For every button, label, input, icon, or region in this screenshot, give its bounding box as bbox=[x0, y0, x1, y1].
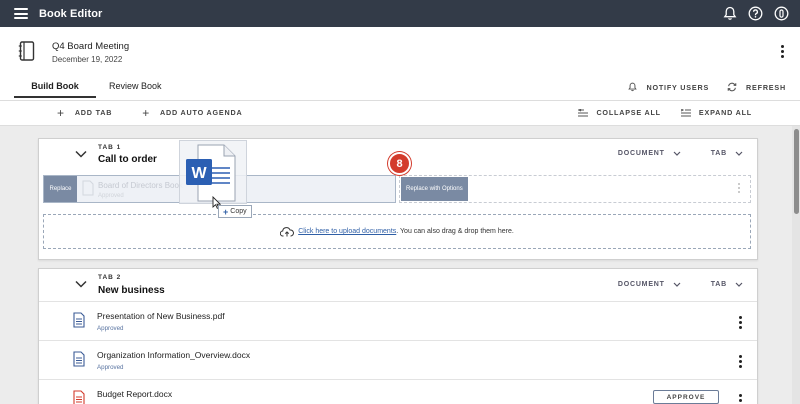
document-row[interactable]: Organization Information_Overview.docx A… bbox=[39, 340, 757, 378]
chevron-down-icon bbox=[673, 282, 681, 287]
book-icon bbox=[18, 41, 36, 67]
expand-all-button[interactable]: EXPAND ALL bbox=[680, 108, 752, 117]
help-icon[interactable] bbox=[747, 5, 764, 22]
user-account-icon[interactable] bbox=[773, 5, 790, 22]
document-name: Organization Information_Overview.docx bbox=[97, 350, 251, 360]
upload-drop-zone[interactable]: Click here to upload documents. You can … bbox=[43, 214, 751, 249]
app-bar: Book Editor bbox=[0, 0, 800, 27]
bell-icon bbox=[628, 82, 638, 92]
collapse-all-button[interactable]: COLLAPSE ALL bbox=[578, 108, 660, 117]
document-name: Presentation of New Business.pdf bbox=[97, 311, 225, 321]
document-row[interactable]: Budget Report.docx APPROVE bbox=[39, 379, 757, 404]
add-auto-agenda-button[interactable]: + ADD AUTO AGENDA bbox=[142, 105, 243, 120]
refresh-label: REFRESH bbox=[746, 82, 786, 92]
book-header: Q4 Board Meeting December 19, 2022 Build… bbox=[0, 27, 800, 100]
tab-label: TAB bbox=[710, 150, 727, 157]
chevron-down-icon[interactable] bbox=[75, 150, 87, 158]
document-menu-button[interactable]: DOCUMENT bbox=[618, 150, 681, 157]
refresh-button[interactable]: REFRESH bbox=[727, 82, 786, 92]
replace-with-options-label: Replace with Options bbox=[401, 177, 468, 201]
expand-icon bbox=[680, 108, 691, 116]
add-tab-button[interactable]: + ADD TAB bbox=[57, 105, 113, 120]
menu-icon[interactable] bbox=[14, 8, 28, 19]
tab-number: TAB 1 bbox=[98, 144, 122, 151]
document-icon bbox=[82, 180, 94, 196]
tab-number: TAB 2 bbox=[98, 274, 122, 281]
book-toolbar: + ADD TAB + ADD AUTO AGENDA COLLAPSE ALL E… bbox=[0, 100, 800, 126]
replace-with-options-drop-zone[interactable]: Replace with Options bbox=[399, 175, 751, 203]
document-label: DOCUMENT bbox=[617, 150, 665, 157]
document-icon bbox=[73, 390, 85, 404]
tab-menu-button[interactable]: TAB bbox=[711, 150, 743, 157]
document-status: Approved bbox=[97, 364, 124, 371]
chevron-down-icon[interactable] bbox=[75, 280, 87, 288]
more-options-icon bbox=[738, 183, 740, 193]
more-options-icon[interactable] bbox=[739, 394, 743, 404]
tab-review-book[interactable]: Review Book bbox=[109, 81, 162, 98]
copy-label: Copy bbox=[230, 208, 247, 215]
word-doc-icon: W bbox=[186, 144, 236, 202]
tab-section-2: TAB 2 New business DOCUMENT TAB Presenta… bbox=[38, 268, 758, 404]
document-icon bbox=[73, 312, 85, 328]
more-options-icon[interactable] bbox=[781, 45, 785, 58]
chevron-down-icon bbox=[735, 282, 743, 287]
svg-text:W: W bbox=[191, 165, 207, 182]
notify-users-label: NOTIFY USERS bbox=[646, 82, 710, 92]
cloud-upload-icon bbox=[280, 226, 295, 236]
document-name: Board of Directors Book bbox=[98, 181, 183, 190]
step-badge: 8 bbox=[388, 152, 411, 175]
expand-all-label: EXPAND ALL bbox=[698, 108, 752, 117]
notify-users-button[interactable]: NOTIFY USERS bbox=[628, 82, 709, 92]
document-status: Approved bbox=[98, 193, 124, 199]
document-status: Approved bbox=[97, 325, 124, 332]
plus-icon: + bbox=[223, 206, 229, 217]
chevron-down-icon bbox=[673, 151, 681, 156]
more-options-icon[interactable] bbox=[739, 316, 743, 329]
upload-documents-link[interactable]: Click here to upload documents bbox=[298, 228, 396, 235]
dragged-document: W bbox=[179, 140, 247, 204]
book-date: December 19, 2022 bbox=[52, 55, 123, 64]
document-label: DOCUMENT bbox=[617, 281, 665, 288]
collapse-all-label: COLLAPSE ALL bbox=[596, 108, 661, 117]
replace-label: Replace bbox=[44, 176, 77, 202]
refresh-icon bbox=[727, 82, 737, 92]
document-row[interactable]: Presentation of New Business.pdf Approve… bbox=[39, 301, 757, 339]
plus-icon: + bbox=[57, 105, 65, 120]
chevron-down-icon bbox=[735, 151, 743, 156]
document-name: Budget Report.docx bbox=[97, 389, 173, 399]
collapse-icon bbox=[578, 108, 589, 116]
tab-name: New business bbox=[98, 285, 165, 296]
scrollbar-thumb[interactable] bbox=[794, 129, 799, 214]
copy-tooltip: + Copy bbox=[218, 205, 252, 218]
tab-name: Call to order bbox=[98, 154, 157, 165]
tab-build-book[interactable]: Build Book bbox=[14, 81, 96, 98]
document-icon bbox=[73, 351, 85, 367]
bell-icon[interactable] bbox=[721, 5, 738, 22]
add-auto-agenda-label: ADD AUTO AGENDA bbox=[160, 108, 243, 117]
upload-hint: . You can also drag & drop them here. bbox=[396, 228, 514, 235]
plus-icon: + bbox=[142, 105, 151, 120]
book-title: Q4 Board Meeting bbox=[52, 41, 130, 52]
more-options-icon[interactable] bbox=[739, 355, 743, 368]
app-title: Book Editor bbox=[39, 7, 103, 20]
approve-button[interactable]: APPROVE bbox=[653, 390, 719, 404]
tab-label: TAB bbox=[710, 281, 727, 288]
tab-menu-button[interactable]: TAB bbox=[711, 281, 743, 288]
add-tab-label: ADD TAB bbox=[74, 108, 113, 117]
document-menu-button[interactable]: DOCUMENT bbox=[618, 281, 681, 288]
